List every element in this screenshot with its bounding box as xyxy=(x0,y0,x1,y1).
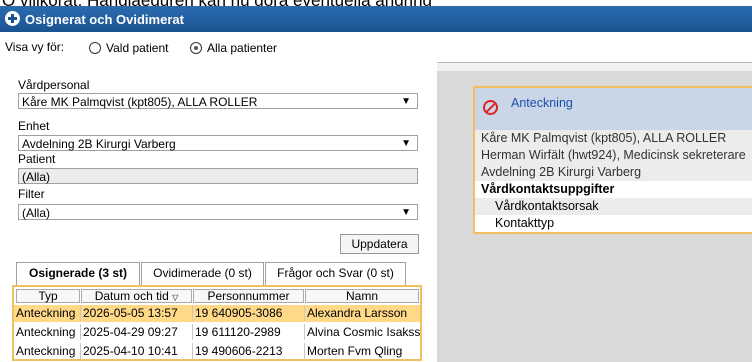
preview-card: Anteckning Kåre MK Palmqvist (kpt805), A… xyxy=(473,86,752,234)
enhet-value: Avdelning 2B Kirurgi Varberg xyxy=(22,137,176,151)
column-header-datum[interactable]: Datum och tid ▽ xyxy=(81,289,192,303)
chevron-down-icon: ▼ xyxy=(401,138,411,149)
window-titlebar: Osignerat och Ovidimerat xyxy=(0,6,752,32)
preview-section-heading: Vårdkontaktsuppgifter xyxy=(475,181,752,198)
patient-label: Patient xyxy=(18,152,56,166)
tab-fragor-och-svar[interactable]: Frågor och Svar (0 st) xyxy=(265,262,406,285)
cell-typ: Anteckning xyxy=(14,305,81,321)
cell-personnummer: 19 490606-2213 xyxy=(193,343,305,359)
table-row[interactable]: Anteckning 2025-04-29 09:27 19 611120-29… xyxy=(14,324,420,341)
vardpersonal-select[interactable]: Kåre MK Palmqvist (kpt805), ALLA ROLLER … xyxy=(18,93,418,109)
cell-datum: 2025-04-10 10:41 xyxy=(81,343,193,359)
results-table: Typ Datum och tid ▽ Personnummer Namn An… xyxy=(12,285,422,361)
vardpersonal-value: Kåre MK Palmqvist (kpt805), ALLA ROLLER xyxy=(22,95,258,109)
update-button[interactable]: Uppdatera xyxy=(340,234,419,254)
filter-select[interactable]: (Alla) ▼ xyxy=(18,204,418,220)
tab-osignerade[interactable]: Osignerade (3 st) xyxy=(16,262,140,285)
radio-vald-patient-label[interactable]: Vald patient xyxy=(106,41,169,55)
column-header-personnummer[interactable]: Personnummer xyxy=(193,289,304,303)
app-plus-icon xyxy=(5,11,20,26)
preview-item: Kontakttyp xyxy=(475,215,752,232)
cell-namn: Morten Fvm Qling xyxy=(307,344,403,358)
patient-field: (Alla) xyxy=(18,168,418,184)
cell-namn: Alexandra Larsson xyxy=(307,306,408,320)
cell-datum: 2025-04-29 09:27 xyxy=(81,324,193,340)
preview-pane-header-strip xyxy=(437,63,752,71)
chevron-down-icon: ▼ xyxy=(401,207,411,218)
chevron-down-icon: ▼ xyxy=(401,96,411,107)
preview-line: Herman Wirfält (hwt924), Medicinsk sekre… xyxy=(475,147,752,164)
preview-line: Kåre MK Palmqvist (kpt805), ALLA ROLLER xyxy=(475,130,752,147)
cell-datum: 2026-05-05 13:57 xyxy=(81,305,193,321)
cell-namn: Alvina Cosmic Isaksso xyxy=(307,325,420,339)
cell-personnummer: 19 640905-3086 xyxy=(193,305,305,321)
preview-title: Anteckning xyxy=(511,96,573,110)
preview-card-header: Anteckning xyxy=(475,88,752,130)
window-title: Osignerat och Ovidimerat xyxy=(25,12,184,27)
patient-value: (Alla) xyxy=(22,170,51,184)
table-row[interactable]: Anteckning 2025-04-10 10:41 19 490606-22… xyxy=(14,343,420,359)
cell-typ: Anteckning xyxy=(14,343,81,359)
table-row[interactable]: Anteckning 2026-05-05 13:57 19 640905-30… xyxy=(14,305,420,322)
filter-label: Filter xyxy=(18,187,45,201)
sort-descending-icon: ▽ xyxy=(172,293,179,302)
radio-alla-patienter[interactable] xyxy=(190,42,202,54)
view-label: Visa vy för: xyxy=(5,40,65,54)
preview-line: Avdelning 2B Kirurgi Varberg xyxy=(475,164,752,181)
tab-ovidimerade[interactable]: Ovidimerade (0 st) xyxy=(141,262,264,285)
column-header-typ[interactable]: Typ xyxy=(16,289,80,303)
enhet-select[interactable]: Avdelning 2B Kirurgi Varberg ▼ xyxy=(18,135,418,151)
preview-item: Vårdkontaktsorsak xyxy=(475,198,752,215)
filter-value: (Alla) xyxy=(22,206,51,220)
column-header-namn[interactable]: Namn xyxy=(305,289,419,303)
radio-vald-patient[interactable] xyxy=(89,42,101,54)
cell-personnummer: 19 611120-2989 xyxy=(193,324,305,340)
cell-typ: Anteckning xyxy=(14,324,81,340)
not-signed-icon xyxy=(483,100,498,115)
enhet-label: Enhet xyxy=(18,119,50,133)
radio-alla-patienter-label[interactable]: Alla patienter xyxy=(207,41,277,55)
vardpersonal-label: Vårdpersonal xyxy=(18,78,90,92)
